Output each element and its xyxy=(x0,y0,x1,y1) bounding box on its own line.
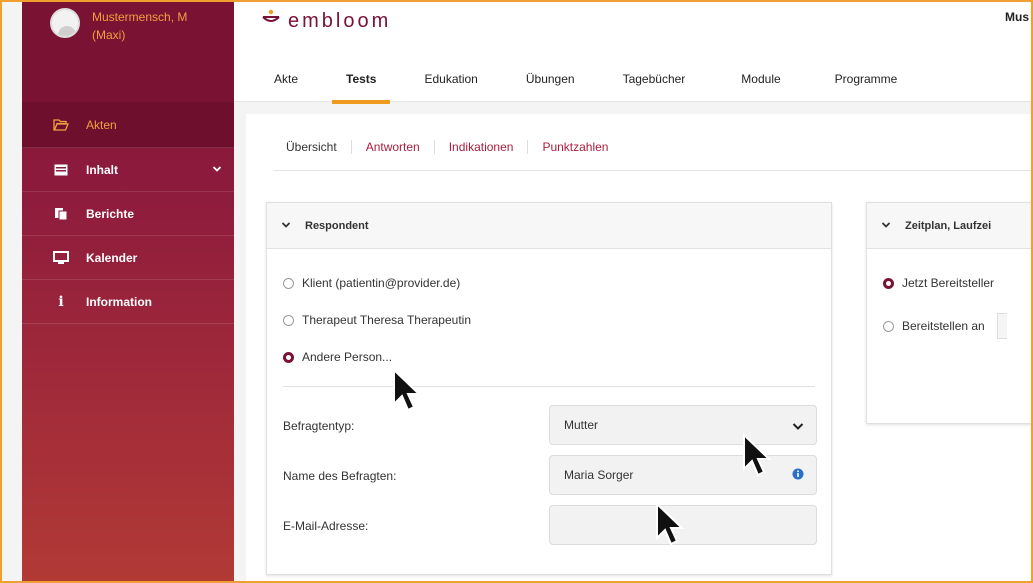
logo-text: embloom xyxy=(288,9,392,32)
chevron-down-icon xyxy=(881,220,891,232)
radio-label: Bereitstellen an xyxy=(902,319,985,333)
radio-button[interactable] xyxy=(283,314,294,326)
sidebar-item-label: Akten xyxy=(86,117,117,132)
name-value: Maria Sorger xyxy=(564,468,634,482)
sidebar-item-label: Berichte xyxy=(86,206,135,221)
avatar xyxy=(50,8,80,38)
user-name-line2: (Maxi) xyxy=(92,28,126,42)
user-profile[interactable]: Mustermensch, M (Maxi) xyxy=(22,2,234,102)
divider xyxy=(283,386,815,387)
sidebar: Mustermensch, M (Maxi) Akten Inhalt Beri… xyxy=(22,2,234,581)
top-bar: embloom Mus Akte Tests Edukation Übungen… xyxy=(234,2,1031,104)
befragtentyp-label: Befragtentyp: xyxy=(283,419,355,433)
radio-button[interactable] xyxy=(283,277,294,289)
tab-tests[interactable]: Tests xyxy=(331,72,392,104)
sidebar-item-berichte[interactable]: Berichte xyxy=(22,192,234,236)
radio-andere-person[interactable]: Andere Person... xyxy=(283,350,392,364)
schedule-panel: Zeitplan, Laufzei Jetzt Bereitsteller Be… xyxy=(866,202,1031,424)
radio-label: Andere Person... xyxy=(302,350,393,364)
sidebar-item-akten[interactable]: Akten xyxy=(22,102,234,148)
radio-therapeut[interactable]: Therapeut Theresa Therapeutin xyxy=(283,313,471,327)
schedule-panel-header[interactable]: Zeitplan, Laufzei xyxy=(867,203,1031,249)
sidebar-item-label: Information xyxy=(86,294,152,309)
radio-bereitstellen-an[interactable]: Bereitstellen an xyxy=(883,313,1007,339)
sidebar-item-label: Inhalt xyxy=(86,162,118,177)
respondent-panel-header[interactable]: Respondent xyxy=(267,203,831,249)
chevron-down-icon xyxy=(212,162,222,176)
documents-icon xyxy=(52,207,70,221)
email-label: E-Mail-Adresse: xyxy=(283,519,369,533)
sidebar-item-information[interactable]: i Information xyxy=(22,280,234,324)
radio-jetzt-bereitstellen[interactable]: Jetzt Bereitsteller xyxy=(883,276,994,290)
logo[interactable]: embloom xyxy=(260,8,391,34)
respondent-panel: Respondent Klient (patientin@provider.de… xyxy=(266,202,832,575)
folder-open-icon xyxy=(52,118,70,131)
info-circle-icon[interactable] xyxy=(792,468,804,483)
logo-mark-icon xyxy=(260,8,282,34)
tab-module[interactable]: Module xyxy=(741,72,780,94)
cursor-arrow-icon xyxy=(743,433,772,477)
radio-label: Klient (patientin@provider.de) xyxy=(302,276,461,290)
user-name-line1: Mustermensch, M xyxy=(92,10,188,24)
subtab-divider xyxy=(274,170,1031,171)
subtab-indikationen[interactable]: Indikationen xyxy=(433,140,528,154)
subtab-punktzahlen[interactable]: Punktzahlen xyxy=(527,140,622,154)
radio-button[interactable] xyxy=(883,320,894,332)
cursor-arrow-icon xyxy=(393,368,422,412)
sidebar-item-kalender[interactable]: Kalender xyxy=(22,236,234,280)
tab-uebungen[interactable]: Übungen xyxy=(526,72,575,94)
main-tabs: Akte Tests Edukation Übungen Tagebücher … xyxy=(274,72,898,104)
main-area: embloom Mus Akte Tests Edukation Übungen… xyxy=(234,2,1031,581)
tab-edukation[interactable]: Edukation xyxy=(424,72,477,94)
top-right-user[interactable]: Mus xyxy=(1005,10,1029,24)
respondent-panel-title: Respondent xyxy=(305,219,369,232)
radio-klient[interactable]: Klient (patientin@provider.de) xyxy=(283,276,460,290)
cursor-arrow-icon xyxy=(656,502,685,546)
info-icon: i xyxy=(58,293,64,310)
radio-label: Jetzt Bereitsteller xyxy=(902,276,995,290)
subtab-uebersicht[interactable]: Übersicht xyxy=(286,140,351,154)
subtabs: Übersicht Antworten Indikationen Punktza… xyxy=(286,140,622,154)
app-frame: Mustermensch, M (Maxi) Akten Inhalt Beri… xyxy=(0,0,1033,583)
content-area: Übersicht Antworten Indikationen Punktza… xyxy=(246,114,1031,581)
tab-akte[interactable]: Akte xyxy=(274,72,298,94)
name-label: Name des Befragten: xyxy=(283,469,397,483)
chevron-down-icon xyxy=(792,420,804,434)
tab-tagebuecher[interactable]: Tagebücher xyxy=(623,72,686,94)
radio-button[interactable] xyxy=(283,351,294,363)
sidebar-item-label: Kalender xyxy=(86,250,138,265)
subtab-antworten[interactable]: Antworten xyxy=(350,140,434,154)
chevron-down-icon xyxy=(281,220,291,232)
tab-programme[interactable]: Programme xyxy=(835,72,898,94)
monitor-icon xyxy=(52,250,70,265)
user-name: Mustermensch, M (Maxi) xyxy=(92,8,232,44)
inbox-icon xyxy=(52,164,70,176)
date-input[interactable] xyxy=(996,313,1007,339)
sidebar-item-inhalt[interactable]: Inhalt xyxy=(22,148,234,192)
schedule-panel-title: Zeitplan, Laufzei xyxy=(905,219,992,232)
befragtentyp-value: Mutter xyxy=(564,418,599,432)
radio-label: Therapeut Theresa Therapeutin xyxy=(302,313,472,327)
radio-button[interactable] xyxy=(883,277,894,289)
